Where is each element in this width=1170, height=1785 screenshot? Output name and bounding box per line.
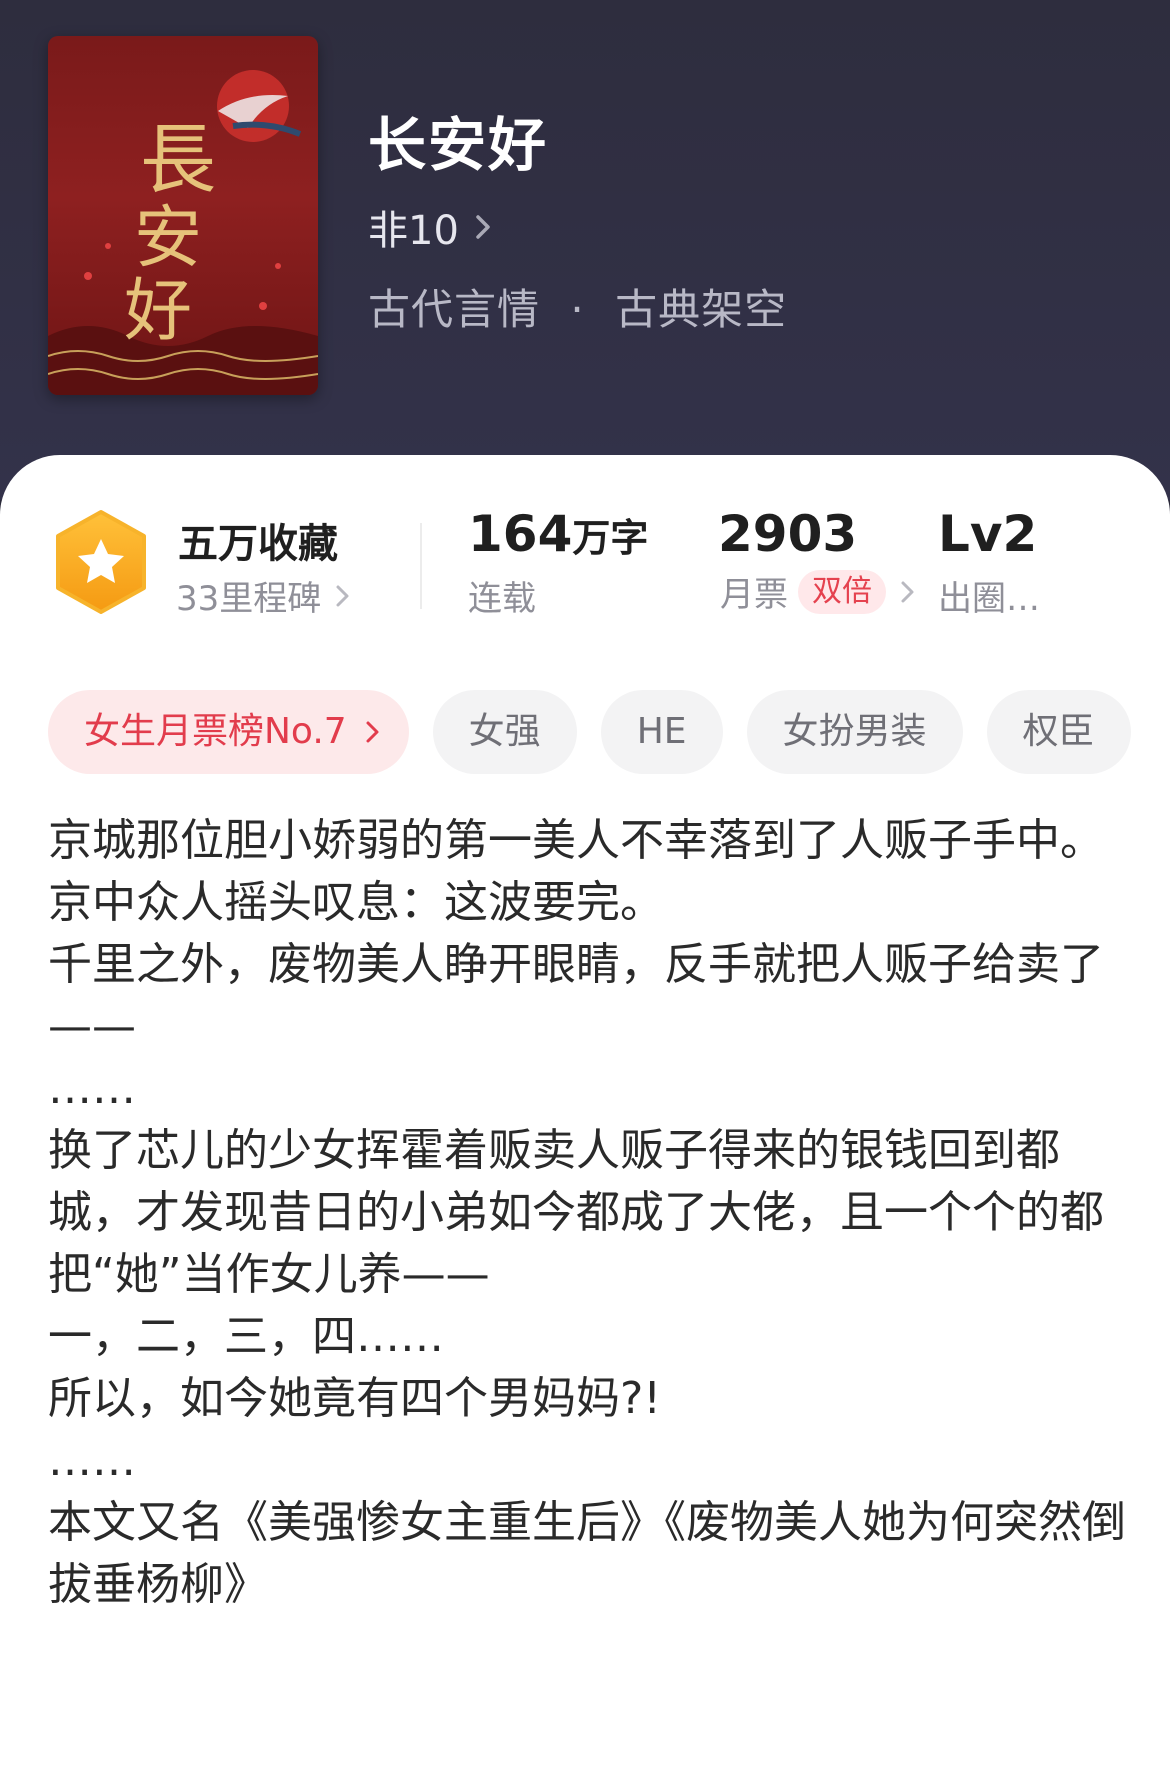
wordcount: 164万字	[468, 505, 648, 563]
synopsis-paragraph: 所以，如今她竟有四个男妈妈?!	[48, 1373, 661, 1424]
synopsis-paragraph: 京中众人摇头叹息：这波要完。	[48, 877, 664, 928]
double-badge: 双倍	[798, 569, 886, 614]
star-hexagon-icon	[56, 510, 146, 614]
cover-title-char-1: 長	[140, 115, 216, 204]
monthly-votes-link[interactable]: 月票 双倍	[720, 567, 916, 616]
synopsis-paragraph: 京城那位胆小娇弱的第一美人不幸落到了人贩子手中。	[48, 815, 1104, 866]
collect-label: 五万收藏	[178, 521, 338, 567]
monthly-votes-value: 2903	[718, 505, 858, 563]
tag-list: 女生月票榜No.7 女强 HE 女扮男装 权臣	[48, 690, 1131, 774]
genre-secondary[interactable]: 古典架空	[615, 285, 787, 334]
stats-divider	[420, 523, 422, 609]
tag-rank[interactable]: 女生月票榜No.7	[48, 690, 409, 774]
author-link[interactable]: 非10	[368, 198, 495, 256]
book-header: 長 安 好 长安好 非10 古代言情 · 古典架空	[0, 0, 1170, 500]
milestone-label: 33里程碑	[176, 579, 322, 619]
cover-title-char-3: 好	[124, 272, 192, 351]
synopsis-paragraph: 一，二，三，四……	[48, 1311, 444, 1362]
synopsis-paragraph: 本文又名《美强惨女主重生后》《废物美人她为何突然倒拔垂杨柳》	[48, 1497, 1126, 1610]
level-value: Lv2	[938, 505, 1038, 563]
chevron-right-icon	[901, 581, 914, 602]
chevron-right-icon	[366, 721, 379, 743]
book-title: 长安好	[368, 111, 549, 179]
wordcount-unit: 万字	[572, 516, 649, 560]
book-detail-card: 五万收藏 33里程碑 164万字 连载 2903 月票 双倍 Lv2 出圈… 女…	[0, 455, 1170, 1785]
milestone-link[interactable]: 33里程碑	[176, 571, 351, 620]
synopsis-paragraph: ……	[48, 1063, 136, 1114]
synopsis-paragraph: 换了芯儿的少女挥霍着贩卖人贩子得来的银钱回到都城，才发现昔日的小弟如今都成了大佬…	[48, 1125, 1104, 1300]
chevron-right-icon	[476, 215, 490, 239]
monthly-votes-label: 月票	[720, 575, 788, 615]
chevron-right-icon	[336, 585, 349, 606]
synopsis-paragraph: 千里之外，废物美人睁开眼睛，反手就把人贩子给卖了——	[48, 939, 1104, 1052]
status-label: 连载	[468, 579, 536, 619]
cover-illustration: 長 安 好	[48, 70, 318, 395]
stats-bar: 五万收藏 33里程碑 164万字 连载 2903 月票 双倍 Lv2 出圈…	[0, 505, 1170, 619]
cover-title-char-2: 安	[134, 199, 202, 278]
tag-item[interactable]: 女强	[432, 690, 577, 774]
genre-separator: ·	[570, 285, 585, 334]
tag-item[interactable]: 权臣	[986, 690, 1131, 774]
book-cover[interactable]: 長 安 好	[48, 36, 318, 395]
author-name: 非10	[368, 208, 459, 254]
tag-item[interactable]: 女扮男装	[746, 690, 963, 774]
book-synopsis: 京城那位胆小娇弱的第一美人不幸落到了人贩子手中。 京中众人摇头叹息：这波要完。 …	[48, 810, 1128, 1616]
synopsis-paragraph: ……	[48, 1435, 136, 1486]
genre-line: 古代言情 · 古典架空	[368, 276, 787, 337]
genre-primary[interactable]: 古代言情	[368, 285, 540, 334]
wordcount-value: 164	[468, 505, 573, 563]
tag-item[interactable]: HE	[600, 690, 723, 774]
level-label[interactable]: 出圈…	[938, 571, 1040, 620]
tag-label: 女生月票榜No.7	[84, 711, 347, 752]
